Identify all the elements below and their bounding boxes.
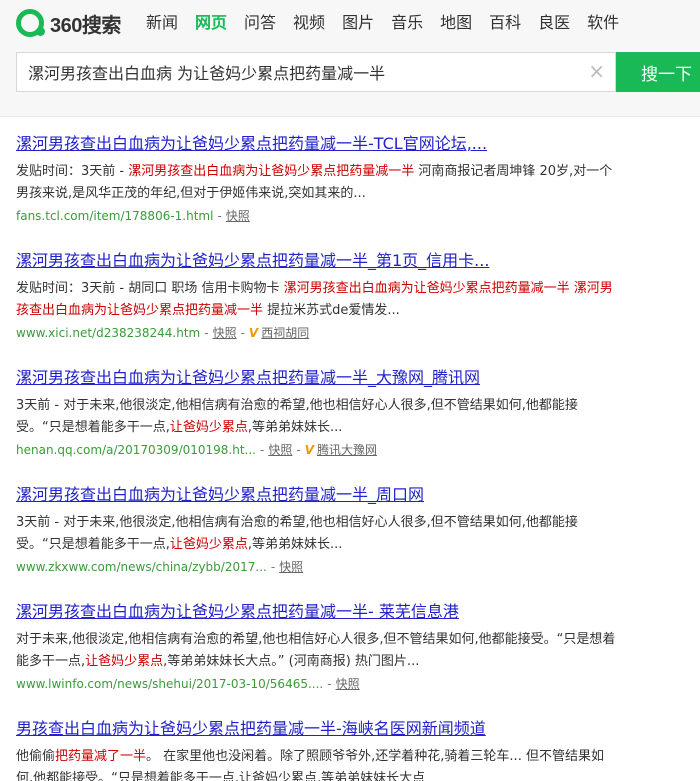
result-title-link[interactable]: 漯河男孩查出白血病为让爸妈少累点把药量减一半_第1页_信用卡...: [16, 250, 616, 272]
result-title-link[interactable]: 漯河男孩查出白血病为让爸妈少累点把药量减一半-TCL官网论坛,...: [16, 133, 616, 155]
result-item: 漯河男孩查出白血病为让爸妈少累点把药量减一半- 莱芜信息港 对于未来,他很淡定,…: [16, 601, 616, 718]
cache-link[interactable]: 快照: [226, 209, 250, 223]
result-url[interactable]: henan.qq.com/a/20170309/010198.ht...: [16, 443, 256, 457]
result-url[interactable]: www.lwinfo.com/news/shehui/2017-03-10/56…: [16, 677, 323, 691]
nav-baike[interactable]: 百科: [489, 11, 521, 35]
result-meta: fans.tcl.com/item/178806-1.html - 快照: [16, 209, 250, 223]
result-url[interactable]: fans.tcl.com/item/178806-1.html: [16, 209, 213, 223]
result-meta: www.lwinfo.com/news/shehui/2017-03-10/56…: [16, 677, 360, 691]
result-meta: henan.qq.com/a/20170309/010198.ht... - 快照 -…: [16, 439, 616, 461]
nav-images[interactable]: 图片: [342, 11, 374, 35]
vertical-nav: 新闻 网页 问答 视频 图片 音乐 地图 百科 良医 软件: [146, 11, 636, 35]
clear-icon[interactable]: ×: [588, 59, 605, 83]
result-snippet: 发贴时间：3天前 - 漯河男孩查出白血病为让爸妈少累点把药量减一半 河南商报记者…: [16, 164, 613, 201]
result-title-link[interactable]: 漯河男孩查出白血病为让爸妈少累点把药量减一半_大豫网_腾讯网: [16, 367, 616, 389]
nav-doctor[interactable]: 良医: [538, 11, 570, 35]
cache-link[interactable]: 快照: [268, 443, 292, 457]
logo-text: 360搜索: [50, 14, 121, 37]
result-snippet: 发贴时间：3天前 - 胡同口 职场 信用卡购物卡 漯河男孩查出白血病为让爸妈少累…: [16, 281, 613, 318]
source-link[interactable]: 西祠胡同: [261, 326, 309, 340]
result-snippet: 3天前 - 对于未来,他很淡定,他相信病有治愈的希望,他也相信好心人很多,但不管…: [16, 515, 578, 552]
nav-news[interactable]: 新闻: [146, 11, 178, 35]
result-snippet: 3天前 - 对于未来,他很淡定,他相信病有治愈的希望,他也相信好心人很多,但不管…: [16, 398, 578, 435]
search-box: ×: [16, 52, 616, 92]
result-title-link[interactable]: 漯河男孩查出白血病为让爸妈少累点把药量减一半_周口网: [16, 484, 616, 506]
search-button[interactable]: 搜一下: [616, 52, 700, 92]
nav-map[interactable]: 地图: [440, 11, 472, 35]
result-item: 漯河男孩查出白血病为让爸妈少累点把药量减一半-TCL官网论坛,... 发贴时间：…: [16, 133, 616, 250]
source-link[interactable]: 腾讯大豫网: [317, 443, 377, 457]
result-item: 男孩查出白血病为让爸妈少累点把药量减一半-海峡名医网新闻频道 他偷偷把药量减了一…: [16, 718, 616, 781]
result-title-link[interactable]: 男孩查出白血病为让爸妈少累点把药量减一半-海峡名医网新闻频道: [16, 718, 616, 740]
cache-link[interactable]: 快照: [279, 560, 303, 574]
search-header: 360搜索 新闻 网页 问答 视频 图片 音乐 地图 百科 良医 软件 × 搜一…: [0, 0, 700, 117]
result-url[interactable]: www.zkxww.com/news/china/zybb/2017...: [16, 560, 267, 574]
result-snippet: 对于未来,他很淡定,他相信病有治愈的希望,他也相信好心人很多,但不管结果如何,他…: [16, 632, 616, 669]
nav-qa[interactable]: 问答: [244, 11, 276, 35]
result-item: 漯河男孩查出白血病为让爸妈少累点把药量减一半_周口网 3天前 - 对于未来,他很…: [16, 484, 616, 601]
nav-video[interactable]: 视频: [293, 11, 325, 35]
result-item: 漯河男孩查出白血病为让爸妈少累点把药量减一半_大豫网_腾讯网 3天前 - 对于未…: [16, 367, 616, 484]
nav-software[interactable]: 软件: [587, 11, 619, 35]
result-item: 漯河男孩查出白血病为让爸妈少累点把药量减一半_第1页_信用卡... 发贴时间：3…: [16, 250, 616, 367]
result-meta: www.zkxww.com/news/china/zybb/2017... - 快照: [16, 560, 304, 574]
result-title-link[interactable]: 漯河男孩查出白血病为让爸妈少累点把药量减一半- 莱芜信息港: [16, 601, 616, 623]
search-input[interactable]: [17, 53, 587, 91]
cache-link[interactable]: 快照: [336, 677, 360, 691]
logo-icon: [16, 9, 45, 37]
cache-link[interactable]: 快照: [213, 326, 237, 340]
verified-v-icon: V: [304, 443, 314, 457]
nav-web[interactable]: 网页: [195, 11, 227, 35]
result-snippet: 他偷偷把药量减了一半。 在家里他也没闲着。除了照顾爷爷外,还学着种花,骑着三轮车…: [16, 749, 604, 781]
result-meta: www.xici.net/d238238244.htm - 快照 - V 西祠胡同: [16, 322, 616, 344]
result-url[interactable]: www.xici.net/d238238244.htm: [16, 326, 200, 340]
search-results: 漯河男孩查出白血病为让爸妈少累点把药量减一半-TCL官网论坛,... 发贴时间：…: [16, 133, 616, 781]
logo[interactable]: 360搜索: [16, 8, 121, 38]
nav-music[interactable]: 音乐: [391, 11, 423, 35]
verified-v-icon: V: [248, 326, 259, 340]
